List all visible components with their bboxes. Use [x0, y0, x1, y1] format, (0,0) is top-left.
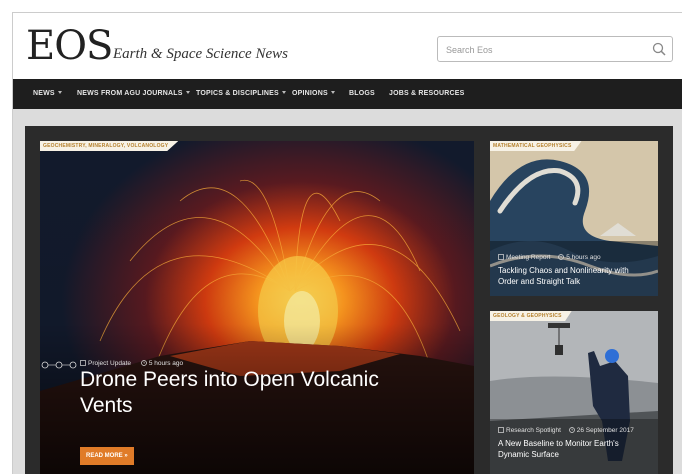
category-tag[interactable]: GEOLOGY & GEOPHYSICS — [490, 311, 572, 321]
nav-item-opinions[interactable]: OPINIONS — [292, 79, 335, 109]
document-icon — [498, 254, 504, 260]
nav-item-news[interactable]: NEWS — [33, 79, 62, 109]
article-time: 26 September 2017 — [576, 427, 634, 434]
clock-icon — [140, 360, 147, 366]
article-time: 5 hours ago — [566, 254, 601, 261]
article-type: Meeting Report — [506, 254, 551, 261]
carousel-dots-icon[interactable] — [40, 360, 78, 370]
nav-item-jobs-resources[interactable]: JOBS & RESOURCES — [389, 79, 465, 109]
site-tagline: Earth & Space Science News — [113, 46, 288, 62]
chevron-down-icon — [57, 91, 62, 94]
document-icon — [80, 360, 86, 366]
article-time: 5 hours ago — [148, 360, 184, 367]
chevron-down-icon — [281, 91, 286, 94]
browser-viewport: EOS Earth & Space Science News NEWS NEWS… — [12, 12, 682, 474]
site-header: EOS Earth & Space Science News — [13, 13, 682, 79]
volcano-eruption-image — [40, 141, 474, 474]
hero-title[interactable]: Drone Peers into Open Volcanic Vents — [80, 367, 410, 419]
article-meta: Research Spotlight 26 September 2017 — [498, 427, 634, 434]
search-box[interactable] — [437, 36, 673, 62]
nav-item-news-from-agu-journals[interactable]: NEWS FROM AGU JOURNALS — [77, 79, 190, 109]
clock-icon — [568, 427, 575, 433]
article-type: Project Update — [88, 360, 131, 367]
article-meta: Project Update 5 hours ago — [80, 360, 183, 367]
chevron-down-icon — [185, 91, 190, 94]
article-type: Research Spotlight — [506, 427, 561, 434]
document-icon — [498, 427, 504, 433]
nav-item-blogs[interactable]: BLOGS — [349, 79, 375, 109]
card-title[interactable]: Tackling Chaos and Nonlinearity with Ord… — [498, 265, 648, 287]
read-more-button[interactable]: READ MORE » — [80, 447, 134, 465]
search-input[interactable] — [444, 40, 648, 60]
clock-icon — [558, 254, 565, 260]
category-tag[interactable]: MATHEMATICAL GEOPHYSICS — [490, 141, 582, 151]
eos-logo[interactable]: EOS — [26, 21, 113, 71]
search-icon[interactable] — [651, 40, 667, 58]
chevron-down-icon — [330, 91, 335, 94]
main-nav: NEWS NEWS FROM AGU JOURNALS TOPICS & DIS… — [13, 79, 682, 109]
article-card[interactable]: MATHEMATICAL GEOPHYSICS Meeting Report 5… — [490, 141, 658, 296]
card-title[interactable]: A New Baseline to Monitor Earth's Dynami… — [498, 438, 648, 460]
hero-article[interactable]: GEOCHEMISTRY, MINERALOGY, VOLCANOLOGY Pr… — [40, 141, 474, 474]
article-meta: Meeting Report 5 hours ago — [498, 254, 601, 261]
article-card[interactable]: GEOLOGY & GEOPHYSICS Research Spotlight … — [490, 311, 658, 474]
nav-item-topics-disciplines[interactable]: TOPICS & DISCIPLINES — [196, 79, 286, 109]
category-tag[interactable]: GEOCHEMISTRY, MINERALOGY, VOLCANOLOGY — [40, 141, 179, 151]
featured-section: GEOCHEMISTRY, MINERALOGY, VOLCANOLOGY Pr… — [25, 126, 673, 474]
